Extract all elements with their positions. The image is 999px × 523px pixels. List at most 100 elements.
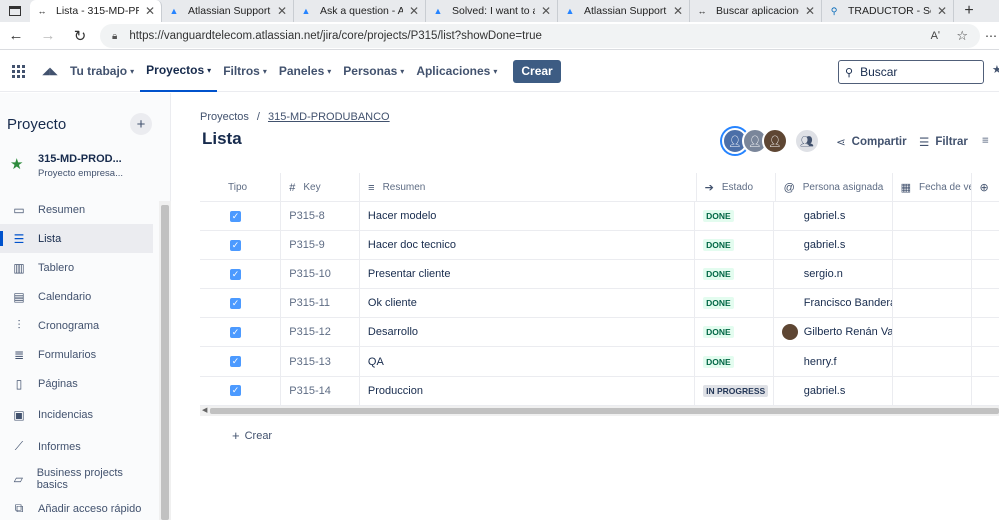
column-header-persona[interactable]: @ Persona asignada (776, 173, 893, 202)
close-icon[interactable]: ✕ (145, 4, 155, 18)
table-row[interactable]: ✓ P315-13 QA DONE henry.f (200, 347, 999, 377)
app-switcher-icon[interactable] (0, 51, 36, 92)
extensions-icon[interactable]: ⋯ (985, 29, 997, 43)
notifications-icon[interactable]: ★ (992, 63, 999, 76)
issue-summary[interactable]: Produccion (360, 376, 696, 405)
add-people-icon[interactable]: 👥︎ (794, 128, 820, 154)
issue-summary[interactable]: Desarrollo (360, 318, 696, 347)
due-date-cell[interactable] (893, 231, 972, 260)
assignee[interactable]: sergio.n (774, 260, 893, 289)
sidebar-item-resumen[interactable]: ▭ Resumen (0, 195, 153, 224)
url-field[interactable]: 🔒︎ https://vanguardtelecom.atlassian.net… (100, 24, 980, 48)
add-icon[interactable]: + (130, 113, 152, 135)
table-horizontal-scrollbar[interactable]: ◀ (200, 405, 999, 416)
create-issue-button[interactable]: + Crear (232, 428, 272, 443)
due-date-cell[interactable] (893, 260, 972, 289)
table-row[interactable]: ✓ P315-10 Presentar cliente DONE sergio.… (200, 260, 999, 290)
sidebar-item-formularios[interactable]: ≣ Formularios (0, 340, 153, 369)
menu-filtros[interactable]: Filtros ▾ (217, 51, 273, 92)
due-date-cell[interactable] (893, 347, 972, 376)
menu-personas[interactable]: Personas ▾ (337, 51, 410, 92)
table-row[interactable]: ✓ P315-12 Desarrollo DONE Gilberto Renán… (200, 318, 999, 348)
table-row[interactable]: ✓ P315-11 Ok cliente DONE Francisco Band… (200, 289, 999, 319)
column-header-fecha[interactable]: ▦Fecha de ve... (893, 173, 972, 202)
forward-button[interactable]: → (32, 22, 64, 50)
assignee[interactable]: gabriel.s (774, 376, 893, 405)
browser-tab[interactable]: ⚲ TRADUCTOR - Search ✕ (822, 0, 954, 22)
status-badge[interactable]: DONE (703, 268, 734, 281)
sidebar-item-cronograma[interactable]: ⫶ Cronograma (0, 311, 153, 340)
sidebar-scrollbar[interactable] (159, 201, 171, 520)
due-date-cell[interactable] (893, 202, 972, 231)
status-badge[interactable]: DONE (703, 355, 734, 368)
close-icon[interactable]: ✕ (277, 4, 287, 18)
sidebar-item-business-projects-basics[interactable]: ▱ Business projects basics (0, 464, 153, 493)
assignee[interactable]: henry.f (774, 347, 893, 376)
table-row[interactable]: ✓ P315-8 Hacer modelo DONE gabriel.s (200, 202, 999, 232)
sidebar-item-incidencias[interactable]: ▣ Incidencias (0, 400, 153, 429)
column-header-tipo[interactable]: Tipo (200, 173, 282, 202)
assignee[interactable]: gabriel.s (774, 231, 893, 260)
browser-tab[interactable]: ▲ Atlassian Support ✕ (558, 0, 690, 22)
issue-key[interactable]: P315-13 (281, 347, 360, 376)
status-badge[interactable]: IN PROGRESS (703, 384, 769, 397)
favorite-star-icon[interactable]: ☆ (956, 28, 968, 44)
close-icon[interactable]: ✕ (937, 4, 947, 18)
menu-aplicaciones[interactable]: Aplicaciones ▾ (410, 51, 503, 92)
due-date-cell[interactable] (893, 289, 972, 318)
share-button[interactable]: ⋖ Compartir (836, 135, 907, 149)
browser-tab[interactable]: ▲ Atlassian Support ✕ (162, 0, 294, 22)
breadcrumb-projects-link[interactable]: Proyectos (200, 111, 249, 123)
sidebar-item-informes[interactable]: ⟋ Informes (0, 432, 153, 461)
status-badge[interactable]: DONE (703, 210, 734, 223)
menu-tu-trabajo[interactable]: Tu trabajo ▾ (64, 51, 140, 92)
avatar[interactable]: 👤︎ (762, 128, 788, 154)
scroll-left-icon[interactable]: ◀ (202, 406, 207, 414)
close-icon[interactable]: ✕ (409, 4, 419, 18)
issue-summary[interactable]: Presentar cliente (360, 260, 696, 289)
column-header-estado[interactable]: ➔ Estado (697, 173, 776, 202)
close-icon[interactable]: ✕ (541, 4, 551, 18)
search-input[interactable]: ⚲ Buscar (838, 60, 984, 84)
column-header-resumen[interactable]: ≡ Resumen (360, 173, 697, 202)
issue-key[interactable]: P315-8 (281, 202, 360, 231)
close-icon[interactable]: ✕ (673, 4, 683, 18)
group-button[interactable]: ≡ (982, 135, 995, 147)
issue-key[interactable]: P315-9 (281, 231, 360, 260)
due-date-cell[interactable] (893, 376, 972, 405)
issue-key[interactable]: P315-11 (281, 289, 360, 318)
sidebar-item-lista[interactable]: ☰ Lista (0, 224, 153, 253)
table-row[interactable]: ✓ P315-14 Produccion IN PROGRESS gabriel… (200, 376, 999, 406)
issue-key[interactable]: P315-14 (281, 376, 360, 405)
sidebar-item-tablero[interactable]: ▥ Tablero (0, 253, 153, 282)
new-tab-button[interactable]: + (954, 0, 984, 22)
issue-summary[interactable]: Hacer modelo (360, 202, 696, 231)
browser-tab[interactable]: ▲ Solved: I want to add ✕ (426, 0, 558, 22)
window-menu-icon[interactable] (0, 0, 30, 22)
browser-tab[interactable]: ▲ Ask a question - Atlas ✕ (294, 0, 426, 22)
sidebar-item-calendario[interactable]: ▤ Calendario (0, 282, 153, 311)
issue-summary[interactable]: QA (360, 347, 696, 376)
menu-paneles[interactable]: Paneles ▾ (273, 51, 337, 92)
jira-logo-icon[interactable]: ◢◣ (36, 66, 64, 77)
assignee[interactable]: Francisco Banderas (774, 289, 893, 318)
status-badge[interactable]: DONE (703, 297, 734, 310)
menu-proyectos[interactable]: Proyectos ▾ (140, 51, 218, 92)
status-badge[interactable]: DONE (703, 326, 734, 339)
browser-tab[interactable]: ↔ Lista - 315-MD-PROD ✕ (30, 0, 162, 22)
close-icon[interactable]: ✕ (805, 4, 815, 18)
filter-button[interactable]: ☰ Filtrar (919, 135, 968, 149)
table-row[interactable]: ✓ P315-9 Hacer doc tecnico DONE gabriel.… (200, 231, 999, 261)
status-badge[interactable]: DONE (703, 239, 734, 252)
issue-summary[interactable]: Ok cliente (360, 289, 696, 318)
reload-button[interactable]: ↻ (64, 22, 96, 50)
read-aloud-icon[interactable]: Aʹ (931, 30, 940, 42)
due-date-cell[interactable] (893, 318, 972, 347)
breadcrumb-project-link[interactable]: 315-MD-PRODUBANCO (268, 111, 390, 123)
create-button[interactable]: Crear (513, 59, 561, 83)
assignee[interactable]: gabriel.s (774, 202, 893, 231)
issue-summary[interactable]: Hacer doc tecnico (360, 231, 696, 260)
project-name[interactable]: 315-MD-PROD... (38, 153, 122, 165)
issue-key[interactable]: P315-10 (281, 260, 360, 289)
sidebar-item-paginas[interactable]: ▯ Páginas (0, 369, 153, 398)
